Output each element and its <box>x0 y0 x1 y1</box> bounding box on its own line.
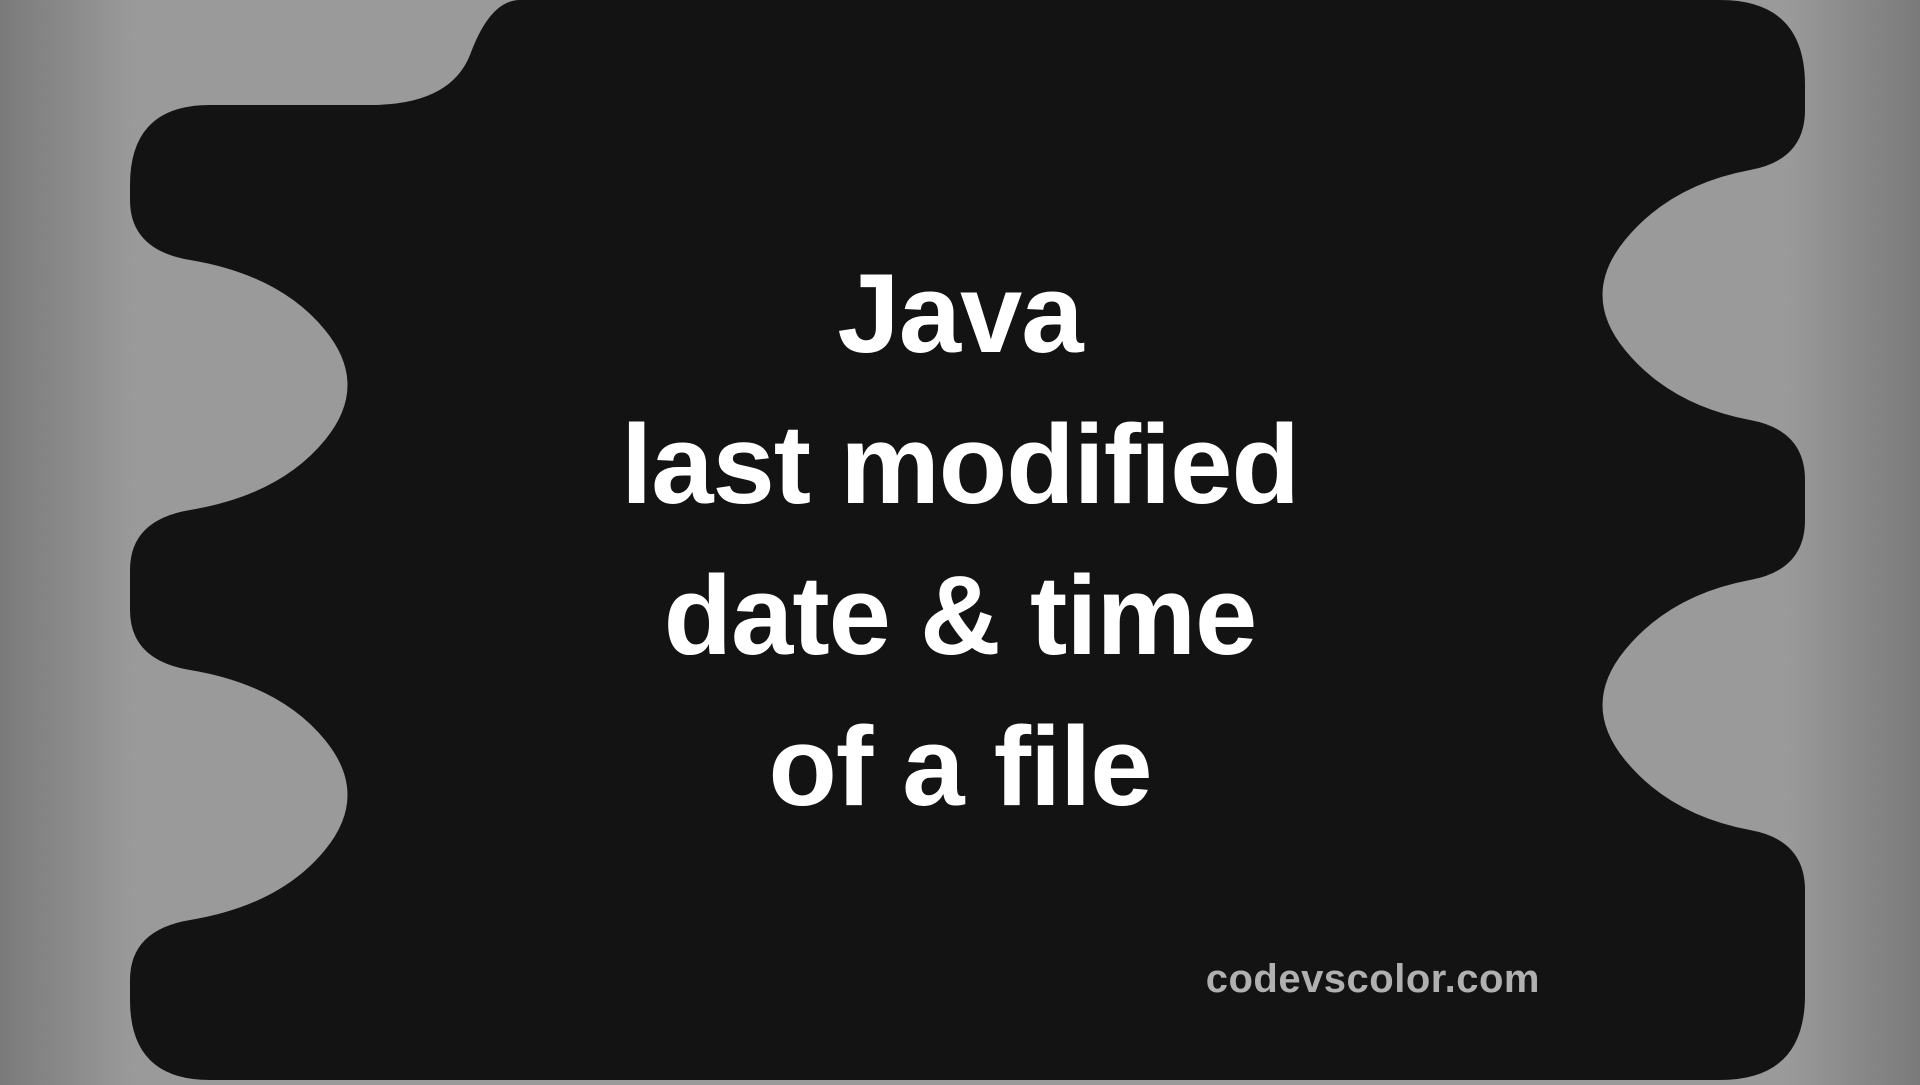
title-container: Java last modified date & time of a file <box>0 0 1920 1080</box>
title-line-4: of a file <box>621 691 1299 842</box>
title-line-1: Java <box>621 238 1299 389</box>
title-line-2: last modified <box>621 389 1299 540</box>
title-line-3: date & time <box>621 540 1299 691</box>
watermark-text: codevscolor.com <box>1206 957 1540 1002</box>
main-title: Java last modified date & time of a file <box>621 238 1299 843</box>
